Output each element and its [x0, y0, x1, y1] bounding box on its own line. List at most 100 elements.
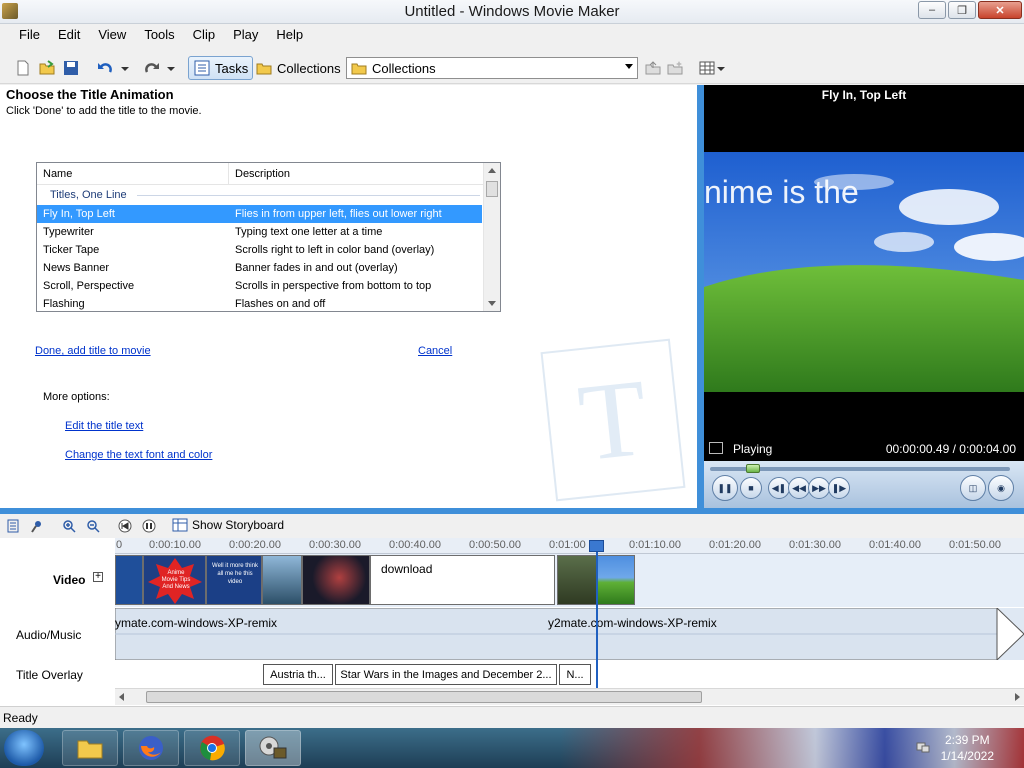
video-clip[interactable]: [557, 555, 597, 605]
tasks-button-label: Tasks: [215, 60, 249, 76]
pause-button[interactable]: ❚❚: [712, 475, 738, 501]
title-clip[interactable]: Star Wars in the Images and December 2..…: [335, 664, 557, 685]
views-button[interactable]: [698, 56, 726, 80]
chevron-down-icon[interactable]: [625, 64, 633, 69]
collections-combo[interactable]: Collections: [346, 57, 638, 79]
list-item[interactable]: Scroll, Perspective Scrolls in perspecti…: [37, 277, 482, 295]
redo-dropdown-button[interactable]: [166, 56, 176, 80]
list-item[interactable]: News Banner Banner fades in and out (ove…: [37, 259, 482, 277]
open-project-button[interactable]: [38, 56, 56, 80]
list-item[interactable]: Fly In, Top Left Flies in from upper lef…: [37, 205, 482, 223]
menu-file[interactable]: File: [10, 24, 49, 46]
video-clip[interactable]: [597, 555, 635, 605]
redo-button[interactable]: [143, 56, 161, 80]
network-icon[interactable]: [916, 740, 930, 754]
list-item[interactable]: Typewriter Typing text one letter at a t…: [37, 223, 482, 241]
change-font-color-link[interactable]: Change the text font and color: [65, 449, 212, 461]
taskbar-firefox-button[interactable]: [123, 730, 179, 766]
clock-time: 2:39 PM: [944, 733, 990, 747]
scroll-right-icon[interactable]: [1015, 693, 1020, 701]
ruler-tick: 0:01:50.00: [949, 539, 1001, 551]
stop-button[interactable]: ■: [740, 477, 762, 499]
clip-thumbnail-text: Well it more think all me he this video: [212, 563, 258, 585]
storyboard-icon: [172, 518, 188, 532]
video-clip[interactable]: [115, 555, 143, 605]
up-level-button[interactable]: [644, 56, 662, 80]
timeline-scrollbar[interactable]: [115, 688, 1024, 705]
new-collection-button[interactable]: [666, 56, 684, 80]
timeline-ruler[interactable]: 0 0:00:10.00 0:00:20.00 0:00:30.00 0:00:…: [115, 538, 1024, 554]
show-storyboard-button[interactable]: Show Storyboard: [172, 518, 284, 532]
video-clip[interactable]: Anime Movie Tips And News: [143, 555, 206, 605]
menu-edit[interactable]: Edit: [49, 24, 89, 46]
undo-button[interactable]: [96, 56, 114, 80]
done-add-title-link[interactable]: Done, add title to movie: [35, 345, 151, 357]
menu-clip[interactable]: Clip: [184, 24, 224, 46]
video-clip-download[interactable]: download: [370, 555, 555, 605]
maximize-button[interactable]: ❐: [948, 1, 976, 19]
menu-play[interactable]: Play: [224, 24, 267, 46]
narrate-timeline-icon[interactable]: [30, 519, 44, 533]
list-item[interactable]: Flashing Flashes on and off: [37, 295, 482, 311]
title-overlay-track[interactable]: Austria th... Star Wars in the Images an…: [115, 662, 1024, 688]
playback-indicator[interactable]: [596, 540, 598, 688]
timeline[interactable]: 0 0:00:10.00 0:00:20.00 0:00:30.00 0:00:…: [115, 538, 1024, 706]
scroll-up-icon[interactable]: [488, 168, 496, 173]
animation-list[interactable]: Name Description Titles, One Line Fly In…: [36, 162, 501, 312]
list-scrollbar[interactable]: [483, 163, 500, 311]
column-name-header[interactable]: Name: [37, 168, 72, 180]
expand-video-track-button[interactable]: +: [93, 572, 103, 582]
next-frame-button[interactable]: ❚▶: [828, 477, 850, 499]
zoom-in-icon[interactable]: [62, 519, 76, 533]
video-track[interactable]: Anime Movie Tips And News Well it more t…: [115, 554, 1024, 607]
collections-button[interactable]: Collections: [250, 56, 346, 80]
video-clip[interactable]: [302, 555, 370, 605]
scroll-thumb[interactable]: [486, 181, 498, 197]
video-clip[interactable]: Well it more think all me he this video: [206, 555, 262, 605]
taskbar-chrome-button[interactable]: [184, 730, 240, 766]
scroll-thumb[interactable]: [146, 691, 702, 703]
split-clip-button[interactable]: ◫: [960, 475, 986, 501]
menu-tools[interactable]: Tools: [135, 24, 183, 46]
column-description-header[interactable]: Description: [229, 168, 290, 180]
start-button[interactable]: [4, 730, 44, 766]
edit-title-text-link[interactable]: Edit the title text: [65, 420, 143, 432]
seek-slider-handle[interactable]: [746, 464, 760, 473]
save-project-button[interactable]: [62, 56, 80, 80]
take-picture-button[interactable]: ◉: [988, 475, 1014, 501]
menu-help[interactable]: Help: [267, 24, 312, 46]
taskbar-movie-maker-button[interactable]: [245, 730, 301, 766]
video-clip[interactable]: [262, 555, 302, 605]
scroll-left-icon[interactable]: [119, 693, 124, 701]
item-name: Typewriter: [43, 226, 94, 238]
pause-timeline-icon[interactable]: [142, 519, 156, 533]
new-project-button[interactable]: [14, 56, 32, 80]
status-text: Ready: [3, 711, 38, 725]
item-description: Flies in from upper left, flies out lowe…: [235, 208, 442, 220]
title-clip[interactable]: N...: [559, 664, 591, 685]
scroll-down-icon[interactable]: [488, 301, 496, 306]
cancel-link[interactable]: Cancel: [418, 345, 452, 357]
fast-forward-button[interactable]: ▶▶: [808, 477, 830, 499]
more-options-label: More options:: [43, 391, 110, 403]
list-item[interactable]: Ticker Tape Scrolls right to left in col…: [37, 241, 482, 259]
taskbar-explorer-button[interactable]: [62, 730, 118, 766]
pane-splitter[interactable]: [697, 85, 704, 508]
close-button[interactable]: ✕: [978, 1, 1022, 19]
zoom-out-icon[interactable]: [86, 519, 100, 533]
pane-subheading: Click 'Done' to add the title to the mov…: [6, 105, 202, 117]
undo-dropdown-button[interactable]: [120, 56, 130, 80]
show-storyboard-label: Show Storyboard: [192, 518, 285, 532]
audio-track[interactable]: ymate.com-windows-XP-remix y2mate.com-wi…: [115, 608, 1024, 660]
rewind-timeline-icon[interactable]: [118, 519, 132, 533]
menu-view[interactable]: View: [89, 24, 135, 46]
preview-screen[interactable]: nime is the ​: [704, 152, 1024, 392]
set-audio-levels-icon[interactable]: [6, 519, 20, 533]
system-clock[interactable]: 2:39 PM 1/14/2022: [941, 732, 994, 764]
previous-frame-button[interactable]: ◀❚: [768, 477, 790, 499]
minimize-button[interactable]: –: [918, 1, 946, 19]
title-clip[interactable]: Austria th...: [263, 664, 333, 685]
rewind-button[interactable]: ◀◀: [788, 477, 810, 499]
tasks-button[interactable]: Tasks: [188, 56, 254, 80]
playhead-handle[interactable]: [589, 540, 604, 552]
